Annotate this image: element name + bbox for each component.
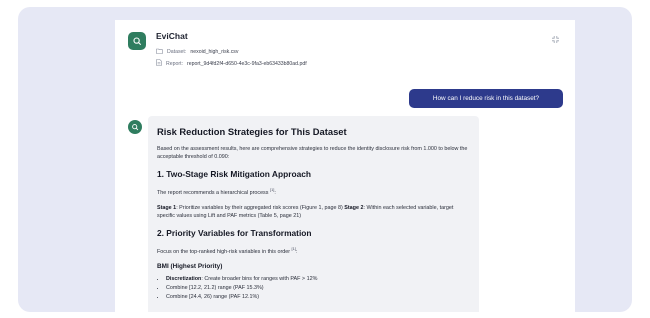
dataset-name: nexoid_high_risk.csv [190, 49, 239, 55]
report-label: Report: [166, 60, 184, 67]
section-text: The report recommends a hierarchical pro… [157, 186, 276, 196]
report-name[interactable]: report_9d4fd2f4-d650-4e3c-9fa3-eb63433b8… [187, 61, 307, 67]
list-item: Discretization: Create broader bins for … [166, 275, 470, 284]
dataset-info: Dataset: nexoid_high_risk.csv [156, 48, 238, 56]
user-message: How can I reduce risk in this dataset? [409, 89, 563, 108]
report-info: Report: report_9d4fd2f4-d650-4e3c-9fa3-e… [156, 59, 307, 68]
stage1-label: Stage 1 [157, 205, 177, 212]
stage2-label: Stage 2 [344, 205, 364, 212]
section-heading: 2. Priority Variables for Transformation [157, 227, 312, 238]
document-icon [156, 59, 162, 68]
list-item: Combine [12.2, 21.2) range (PAF 15.3%) [166, 284, 470, 293]
assistant-answer: Risk Reduction Strategies for This Datas… [148, 116, 479, 312]
screenshot-frame: EviChat Dataset: nexoid_high_risk.csv Re… [18, 7, 632, 312]
bot-icon [128, 120, 142, 134]
stages-text: Stage 1: Prioritize variables by their a… [157, 205, 454, 220]
collapse-icon[interactable] [550, 34, 560, 44]
answer-intro: Based on the assessment results, here ar… [157, 146, 468, 161]
citation-link[interactable]: [1] [292, 246, 296, 251]
subsection-heading: BMI (Highest Priority) [157, 263, 223, 271]
answer-title: Risk Reduction Strategies for This Datas… [157, 126, 347, 137]
folder-icon [156, 48, 163, 56]
section-text: Focus on the top-ranked high-risk variab… [157, 245, 298, 255]
list-item: Combine [24.4, 26) range (PAF 12.1%) [166, 293, 470, 302]
chat-window: EviChat Dataset: nexoid_high_risk.csv Re… [115, 20, 575, 312]
dataset-label: Dataset: [167, 49, 187, 55]
app-title: EviChat [156, 31, 188, 41]
chat-icon [128, 32, 146, 50]
citation-link[interactable]: [1] [270, 187, 274, 192]
section-heading: 1. Two-Stage Risk Mitigation Approach [157, 168, 312, 179]
bullet-list: Discretization: Create broader bins for … [157, 275, 470, 302]
chat-header: EviChat Dataset: nexoid_high_risk.csv Re… [115, 20, 575, 80]
